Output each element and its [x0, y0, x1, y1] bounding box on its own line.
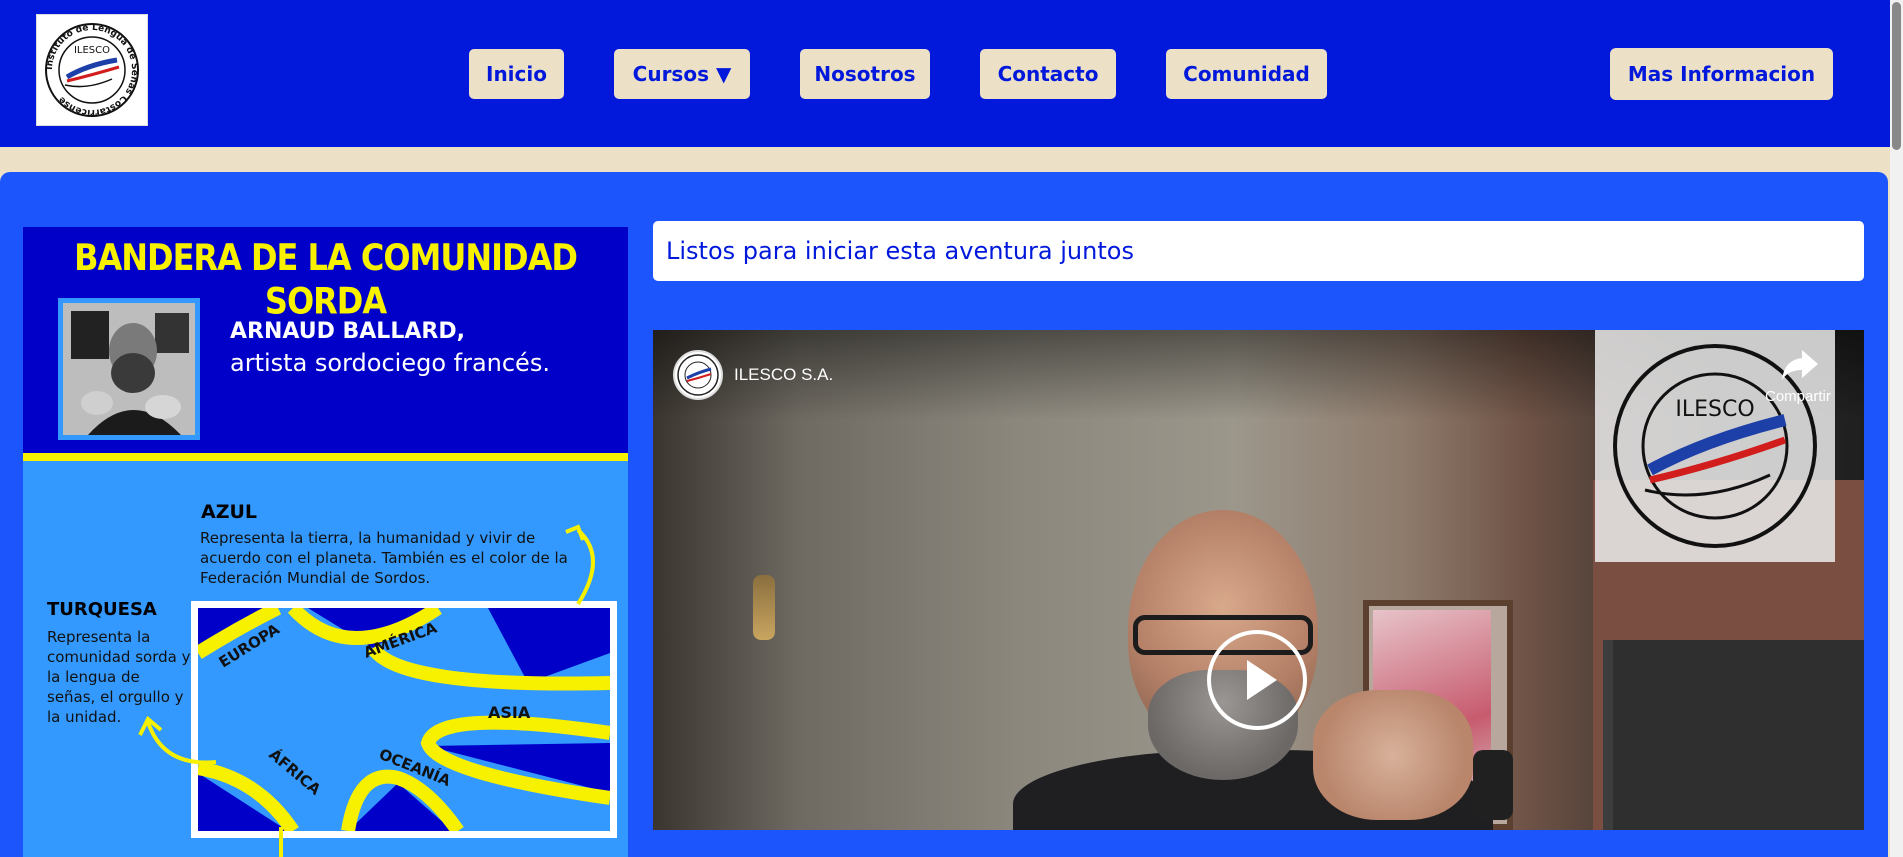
artist-photo — [63, 303, 195, 435]
welcome-banner-text: Listos para iniciar esta aventura juntos — [666, 237, 1134, 265]
flag-graphic: EUROPA AMÉRICA ASIA ÁFRICA OCEANÍA — [198, 608, 610, 831]
svg-text:ASIA: ASIA — [488, 703, 531, 722]
turquesa-title: TURQUESA — [47, 599, 157, 620]
turquesa-description: Representa la comunidad sorda y la lengu… — [47, 628, 191, 726]
artist-description: artista sordociego francés. — [230, 349, 550, 377]
nav-nosotros[interactable]: Nosotros — [800, 49, 930, 99]
video-scene-lamp — [753, 575, 775, 640]
video-person-watch — [1473, 750, 1513, 820]
logo-emblem-icon: Instituto de Lengua de Señas Costarricen… — [45, 23, 139, 117]
azul-description: Representa la tierra, la humanidad y viv… — [200, 529, 568, 587]
video-person-hand — [1313, 690, 1473, 820]
nav-comunidad[interactable]: Comunidad — [1166, 49, 1327, 99]
artist-photo-frame — [58, 298, 200, 440]
site-header: Instituto de Lengua de Señas Costarricen… — [0, 0, 1890, 147]
channel-logo-icon — [677, 354, 719, 396]
nav-contacto[interactable]: Contacto — [980, 49, 1116, 99]
video-scene-door — [1603, 640, 1864, 830]
nav-cursos-dropdown[interactable]: Cursos ▼ — [614, 49, 750, 99]
channel-name[interactable]: ILESCO S.A. — [734, 365, 833, 385]
play-button[interactable] — [1207, 630, 1307, 730]
site-logo[interactable]: Instituto de Lengua de Señas Costarricen… — [36, 14, 148, 126]
play-icon — [1247, 660, 1277, 700]
poster-divider — [23, 453, 628, 461]
azul-title: AZUL — [201, 501, 258, 523]
channel-avatar[interactable] — [673, 350, 723, 400]
deaf-community-flag: EUROPA AMÉRICA ASIA ÁFRICA OCEANÍA — [191, 601, 617, 838]
svg-text:ILESCO: ILESCO — [74, 45, 110, 56]
artist-name: ARNAUD BALLARD, — [230, 319, 465, 344]
scrollbar-thumb[interactable] — [1892, 2, 1901, 150]
svg-text:ILESCO: ILESCO — [1675, 397, 1754, 422]
deaf-flag-poster: BANDERA DE LA COMUNIDAD SORDA ARNAUD BAL… — [23, 227, 628, 857]
share-label[interactable]: Compartir — [1765, 388, 1831, 405]
nav-inicio[interactable]: Inicio — [469, 49, 564, 99]
share-icon[interactable] — [1780, 348, 1820, 382]
more-info-button[interactable]: Mas Informacion — [1610, 48, 1833, 100]
video-player[interactable]: ILESCO S.A. ILESCO Compartir — [653, 330, 1864, 830]
welcome-banner: Listos para iniciar esta aventura juntos — [653, 221, 1864, 281]
